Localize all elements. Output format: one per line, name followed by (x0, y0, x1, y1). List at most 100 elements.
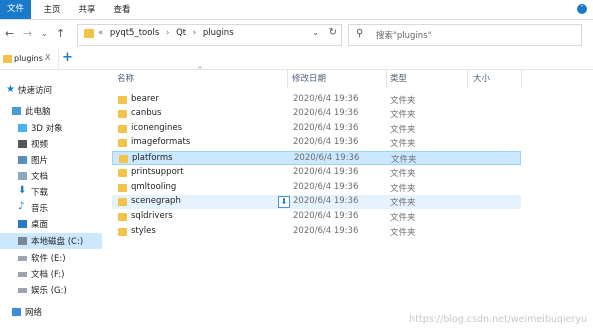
folder-icon (118, 228, 127, 236)
list-item[interactable]: styles 2020/6/4 19:36 文件夹 (112, 225, 521, 239)
list-item[interactable]: printsupport 2020/6/4 19:36 文件夹 (112, 166, 521, 180)
list-item[interactable]: sqldrivers 2020/6/4 19:36 文件夹 (112, 210, 521, 224)
sidebar-item-this-pc[interactable]: 此电脑 (0, 103, 102, 119)
list-item-hover[interactable]: scenegraph ⬇ 2020/6/4 19:36 文件夹 (112, 195, 521, 209)
ribbon-tab-share[interactable]: 共享 (73, 3, 101, 17)
sidebar-item-label: 音乐 (31, 204, 49, 214)
sidebar-item-network[interactable]: 网络 (0, 304, 102, 320)
address-dropdown-icon[interactable]: ⌄ (312, 28, 319, 37)
tab-strip: plugins X + (0, 49, 593, 70)
sidebar-item-desktop[interactable]: 桌面 (0, 216, 102, 232)
sidebar-item-downloads[interactable]: ⬇ 下载 (0, 184, 102, 200)
list-item[interactable]: imageformats 2020/6/4 19:36 文件夹 (112, 136, 521, 150)
sidebar-item-label: 图片 (31, 156, 49, 166)
column-header-modified[interactable]: 修改日期 (292, 72, 326, 84)
back-arrow-icon[interactable]: ← (5, 27, 14, 40)
address-bar[interactable]: « pyqt5_tools › Qt › plugins ⌄ ↻ (77, 24, 342, 46)
sidebar-item-drive-e[interactable]: 软件 (E:) (0, 250, 102, 266)
sidebar-item-label: 本地磁盘 (C:) (31, 237, 84, 247)
list-item[interactable]: bearer 2020/6/4 19:36 文件夹 (112, 93, 521, 107)
expand-ribbon-icon[interactable]: ˇ (577, 4, 587, 14)
file-date: 2020/6/4 19:36 (293, 182, 359, 192)
tab-label: plugins (14, 54, 43, 63)
file-type: 文件夹 (390, 198, 416, 208)
sidebar-item-label: 桌面 (31, 220, 49, 230)
add-tab-button[interactable]: + (62, 50, 73, 65)
folder-icon (118, 198, 127, 206)
sidebar-item-drive-f[interactable]: 文档 (F:) (0, 266, 102, 282)
recent-dropdown-icon[interactable]: ⌄ (41, 29, 48, 38)
file-date: 2020/6/4 19:36 (293, 226, 359, 236)
breadcrumb-item[interactable]: Qt (176, 28, 186, 38)
list-item-selected[interactable]: platforms 2020/6/4 19:36 文件夹 (112, 151, 521, 165)
sidebar-item-3d-objects[interactable]: 3D 对象 (0, 120, 102, 136)
tab-plugins[interactable]: plugins X (0, 49, 59, 69)
file-date: 2020/6/4 19:36 (294, 153, 360, 163)
column-header-type[interactable]: 类型 (390, 72, 407, 84)
sidebar-item-pictures[interactable]: 图片 (0, 152, 102, 168)
file-name: styles (131, 226, 156, 236)
file-name: platforms (132, 153, 173, 163)
ribbon-tab-home[interactable]: 主页 (38, 3, 66, 17)
sidebar-item-drive-g[interactable]: 娱乐 (G:) (0, 282, 102, 298)
search-icon: ⚲ (356, 28, 364, 39)
sidebar-item-videos[interactable]: 视频 (0, 136, 102, 152)
file-date: 2020/6/4 19:36 (293, 211, 359, 221)
file-date: 2020/6/4 19:36 (293, 167, 359, 177)
list-item[interactable]: iconengines 2020/6/4 19:36 文件夹 (112, 122, 521, 136)
computer-icon (12, 107, 21, 115)
breadcrumb-item[interactable]: plugins (203, 28, 234, 38)
forward-arrow-icon[interactable]: → (23, 27, 32, 40)
navigation-bar: ← → ⌄ ↑ « pyqt5_tools › Qt › plugins ⌄ ↻… (0, 19, 593, 49)
file-name: canbus (131, 108, 162, 118)
ribbon-tab-file[interactable]: 文件 (0, 0, 31, 19)
file-type: 文件夹 (391, 155, 417, 165)
desktop-icon (18, 220, 27, 228)
file-type: 文件夹 (390, 110, 416, 120)
file-name: sqldrivers (131, 211, 173, 221)
ribbon-tab-view[interactable]: 查看 (108, 3, 136, 17)
close-tab-icon[interactable]: X (45, 53, 50, 62)
search-input[interactable]: ⚲ 搜索"plugins" (348, 24, 582, 46)
sidebar-item-documents[interactable]: 文档 (0, 168, 102, 184)
file-type: 文件夹 (390, 228, 416, 238)
sidebar-item-label: 网络 (25, 308, 43, 318)
sidebar-item-quick-access[interactable]: ★ 快速访问 (0, 82, 102, 98)
folder-icon (84, 29, 94, 38)
breadcrumb-item[interactable]: pyqt5_tools (110, 28, 159, 38)
sidebar-item-label: 下载 (31, 188, 49, 198)
watermark: https://blog.csdn.net/weimeibuqieryu (409, 314, 587, 325)
up-arrow-icon[interactable]: ↑ (56, 27, 65, 40)
column-divider[interactable] (521, 70, 522, 88)
sidebar-item-music[interactable]: ♪ 音乐 (0, 200, 102, 216)
folder-icon (118, 184, 127, 192)
file-type: 文件夹 (390, 96, 416, 106)
list-item[interactable]: canbus 2020/6/4 19:36 文件夹 (112, 107, 521, 121)
column-divider[interactable] (287, 70, 288, 88)
column-header-name[interactable]: 名称 (117, 72, 134, 84)
column-divider[interactable] (386, 70, 387, 88)
sidebar-item-label: 快速访问 (18, 86, 53, 96)
file-name: bearer (131, 94, 159, 104)
network-icon (12, 308, 21, 316)
file-name: imageformats (131, 137, 191, 147)
download-icon[interactable]: ⬇ (278, 196, 290, 208)
sidebar-item-drive-c[interactable]: 本地磁盘 (C:) (0, 233, 102, 249)
folder-icon (118, 139, 127, 147)
file-date: 2020/6/4 19:36 (293, 94, 359, 104)
refresh-icon[interactable]: ↻ (329, 27, 337, 38)
column-header-size[interactable]: 大小 (473, 72, 490, 84)
file-name: printsupport (131, 167, 184, 177)
file-date: 2020/6/4 19:36 (293, 123, 359, 133)
file-type: 文件夹 (390, 184, 416, 194)
breadcrumb: « pyqt5_tools › Qt › plugins (98, 28, 234, 38)
sort-ascending-icon: ^ (197, 66, 203, 74)
column-divider[interactable] (467, 70, 468, 88)
video-icon (18, 140, 27, 148)
list-item[interactable]: qmltooling 2020/6/4 19:36 文件夹 (112, 181, 521, 195)
star-icon: ★ (6, 84, 15, 95)
folder-icon (118, 169, 127, 177)
documents-icon (18, 172, 27, 180)
file-type: 文件夹 (390, 139, 416, 149)
sidebar-item-label: 软件 (E:) (31, 254, 66, 264)
